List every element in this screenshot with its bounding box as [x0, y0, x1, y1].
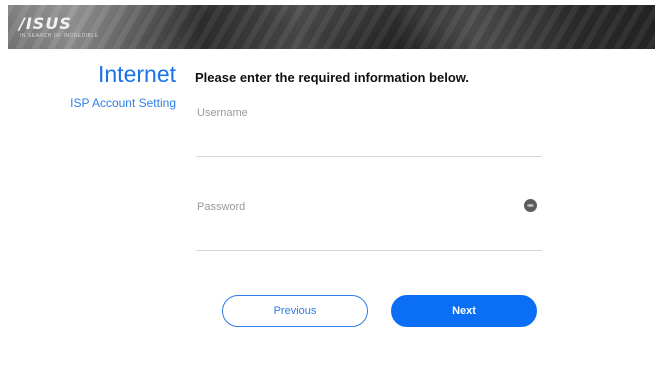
next-button[interactable]: Next — [391, 295, 537, 327]
setup-page: /ISUS IN SEARCH OF INCREDIBLE Internet I… — [0, 0, 657, 368]
asus-logo: /ISUS IN SEARCH OF INCREDIBLE — [19, 14, 98, 40]
username-label: Username — [197, 107, 248, 119]
header-banner: /ISUS IN SEARCH OF INCREDIBLE — [8, 5, 655, 49]
password-input[interactable] — [196, 226, 542, 251]
previous-button[interactable]: Previous — [222, 295, 368, 327]
logo-tagline: IN SEARCH OF INCREDIBLE — [20, 33, 99, 39]
section-subtitle: ISP Account Setting — [70, 96, 176, 110]
form-instruction: Please enter the required information be… — [195, 70, 470, 85]
eye-icon[interactable] — [524, 199, 537, 212]
logo-wordmark: /ISUS — [19, 14, 72, 33]
password-label: Password — [197, 201, 246, 213]
username-input[interactable] — [196, 132, 542, 157]
section-title: Internet — [98, 61, 176, 87]
